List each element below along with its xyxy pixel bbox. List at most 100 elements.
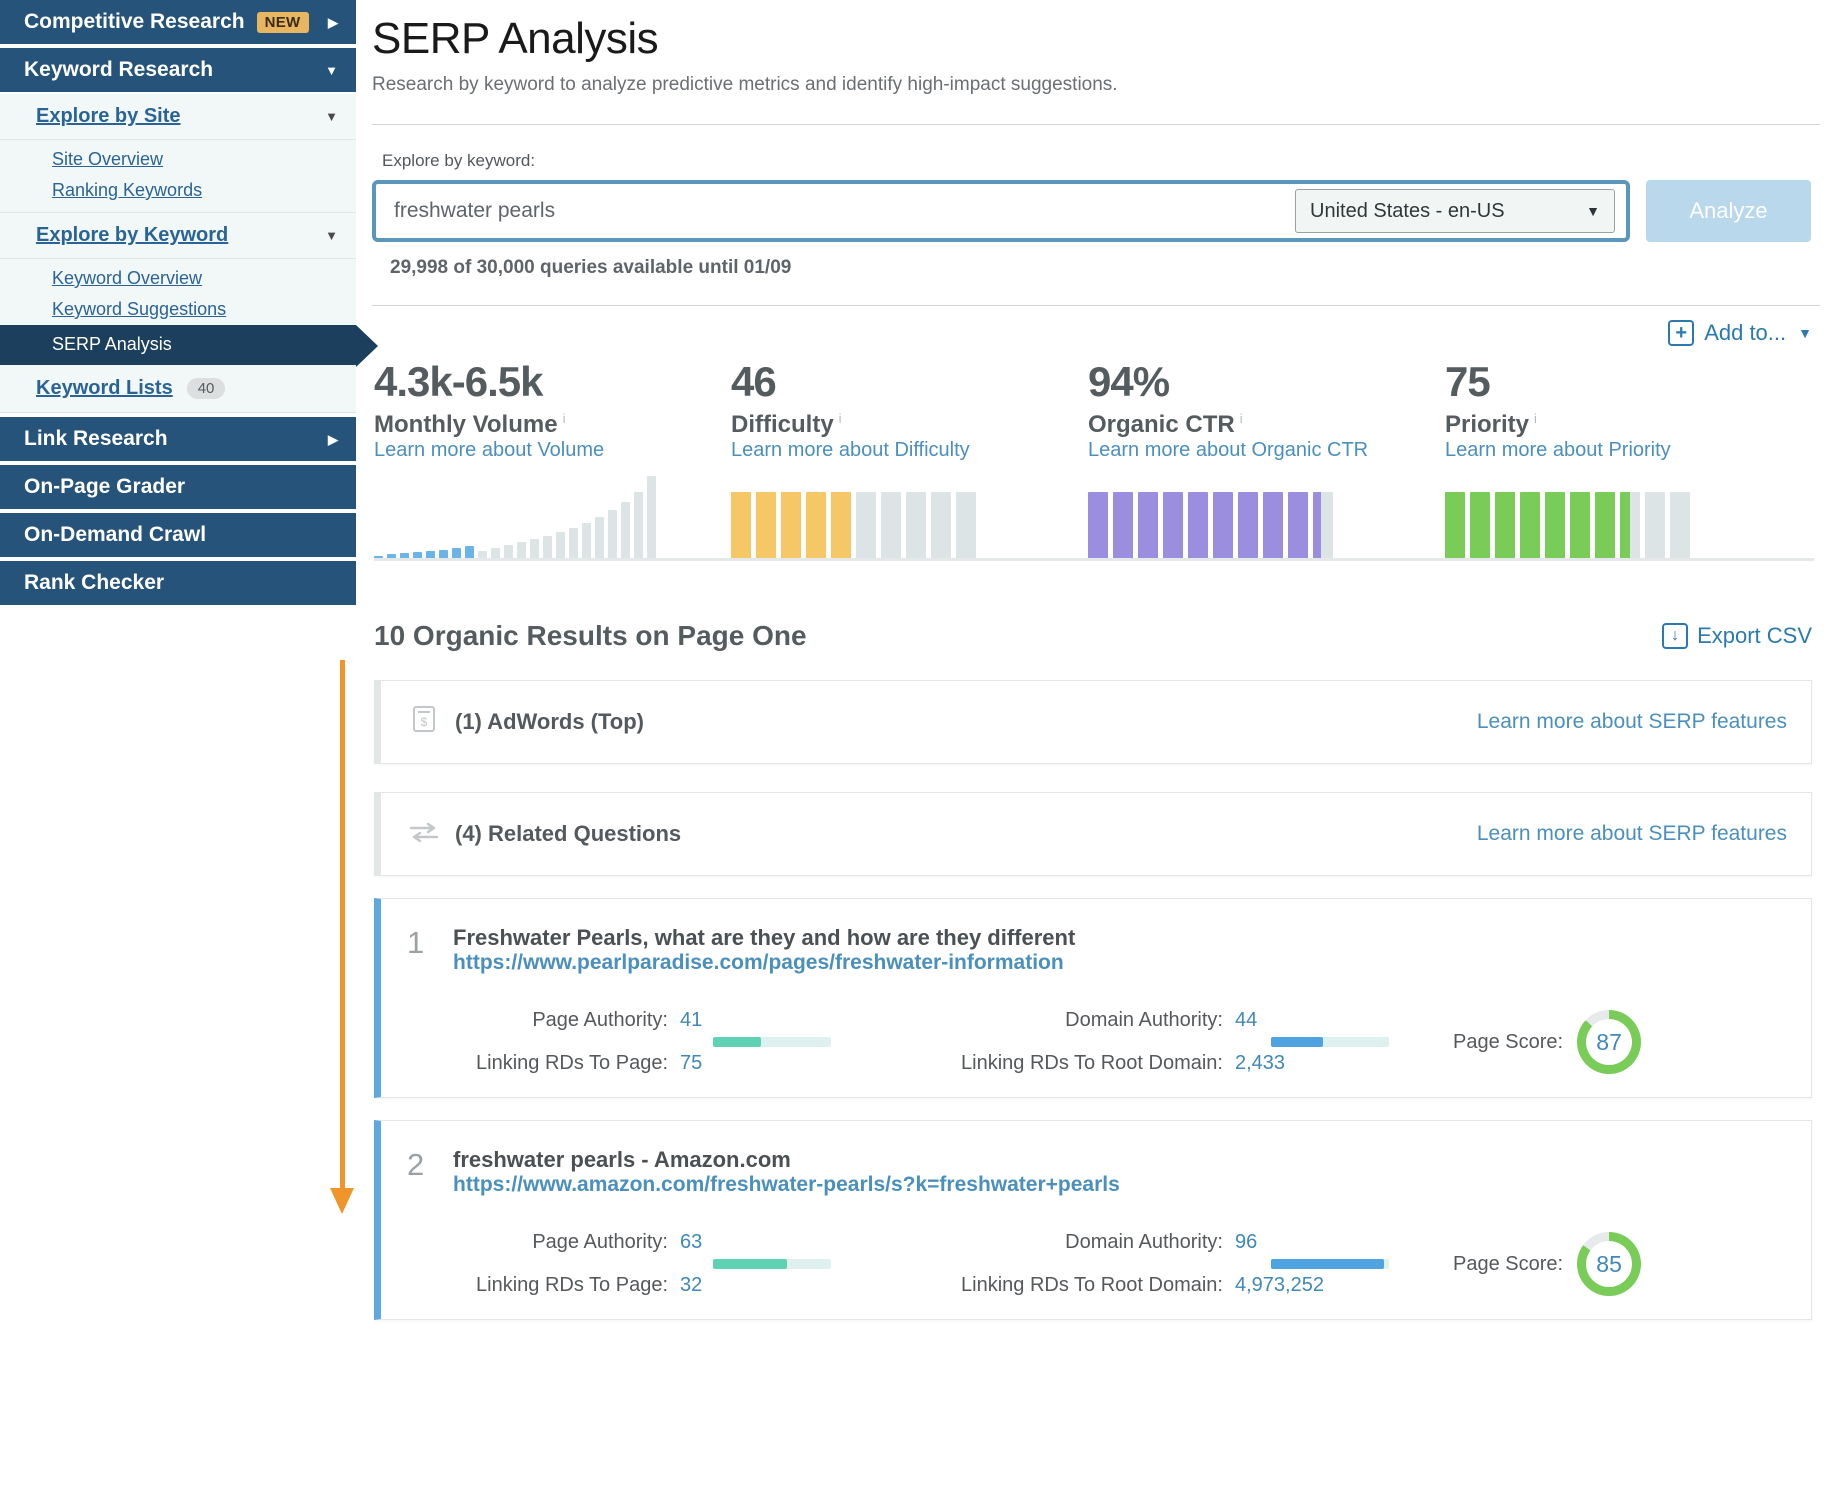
metric-value: 94% — [1088, 358, 1170, 405]
result-url-link[interactable]: https://www.amazon.com/freshwater-pearls… — [453, 1173, 1120, 1196]
learn-more-serp-features-link[interactable]: Learn more about SERP features — [1477, 822, 1787, 846]
sidebar-item-on-demand-crawl[interactable]: On-Demand Crawl — [0, 513, 356, 557]
chevron-down-icon: ▼ — [1586, 203, 1600, 219]
orange-annotation-arrow — [330, 660, 354, 1220]
linking-rds-page-label: Linking RDs To Page: — [476, 1274, 668, 1297]
exchange-arrows-icon — [407, 820, 441, 849]
page-authority-label: Page Authority: — [532, 1231, 668, 1254]
domain-authority-value: 44 — [1235, 1009, 1258, 1032]
learn-more-organic-ctr-link[interactable]: Learn more about Organic CTR — [1088, 439, 1368, 461]
linking-rds-page-row: Linking RDs To Page: 75 — [453, 1052, 903, 1075]
sidebar-item-label: On-Demand Crawl — [24, 523, 207, 546]
linking-rds-page-value: 32 — [680, 1274, 703, 1297]
sidebar-group-explore-by-keyword[interactable]: Explore by Keyword ▼ — [0, 212, 356, 259]
sidebar-item-label: On-Page Grader — [24, 475, 186, 498]
linking-rds-root-value: 4,973,252 — [1235, 1274, 1324, 1297]
chevron-down-icon: ▼ — [325, 228, 338, 243]
page-score-donut: 85 — [1577, 1232, 1642, 1297]
search-row: United States - en-US ▼ Analyze — [372, 180, 1820, 242]
bar — [569, 528, 578, 561]
bar — [906, 492, 926, 561]
bar — [1188, 492, 1208, 561]
page-authority-value: 41 — [680, 1009, 703, 1032]
bar — [621, 502, 630, 561]
sidebar-item-keyword-suggestions[interactable]: Keyword Suggestions — [0, 294, 356, 325]
serp-feature-label: (4) Related Questions — [455, 821, 682, 847]
search-input[interactable] — [376, 199, 1295, 223]
money-icon-svg: $ — [413, 705, 435, 732]
locale-select[interactable]: United States - en-US ▼ — [1295, 189, 1615, 233]
sidebar-item-serp-analysis[interactable]: SERP Analysis — [0, 325, 378, 367]
linking-rds-root-row: Linking RDs To Root Domain: 4,973,252 — [903, 1274, 1443, 1297]
chart-organic-ctr — [1088, 476, 1445, 561]
bar — [781, 492, 801, 561]
bar — [881, 492, 901, 561]
page-authority-fill — [713, 1259, 787, 1270]
bar — [1570, 492, 1590, 561]
bar — [1288, 492, 1308, 561]
bar — [856, 492, 876, 561]
info-icon[interactable]: i — [839, 411, 842, 426]
sidebar-item-link-research[interactable]: Link Research ▶ — [0, 417, 356, 461]
chart-baseline — [374, 558, 1814, 562]
bar — [1163, 492, 1183, 561]
keyword-search-box[interactable]: United States - en-US ▼ — [372, 180, 1630, 242]
bar — [1670, 492, 1690, 561]
page-authority-row: Page Authority: 41 — [453, 1009, 903, 1032]
page-score-group: Page Score: 85 — [1453, 1232, 1642, 1297]
sidebar-item-label: Rank Checker — [24, 571, 165, 594]
locale-select-value: United States - en-US — [1310, 199, 1505, 222]
bar — [1313, 492, 1333, 561]
sidebar-item-site-overview[interactable]: Site Overview — [0, 140, 356, 175]
metric-value: 4.3k-6.5k — [374, 358, 543, 405]
query-quota-text: 29,998 of 30,000 queries available until… — [390, 257, 792, 278]
domain-authority-fill — [1271, 1259, 1384, 1270]
sidebar-item-ranking-keywords[interactable]: Ranking Keywords — [0, 175, 356, 212]
export-csv-button[interactable]: ↓ Export CSV — [1662, 623, 1812, 650]
sidebar-item-keyword-lists[interactable]: Keyword Lists 40 — [0, 365, 356, 412]
result-rank: 1 — [407, 925, 425, 961]
learn-more-volume-link[interactable]: Learn more about Volume — [374, 439, 604, 461]
results-header: 10 Organic Results on Page One ↓ Export … — [356, 562, 1836, 652]
bar — [1088, 492, 1108, 561]
table-row[interactable]: 2 freshwater pearls - Amazon.com https:/… — [374, 1120, 1812, 1321]
sidebar-item-on-page-grader[interactable]: On-Page Grader — [0, 465, 356, 509]
bar — [530, 539, 539, 561]
analyze-button[interactable]: Analyze — [1646, 180, 1811, 242]
bar — [1445, 492, 1465, 561]
linking-rds-page-value: 75 — [680, 1052, 703, 1075]
bar — [1520, 492, 1540, 561]
result-metrics: Page Authority: 63 Linking RDs To Page: … — [407, 1231, 1787, 1297]
page-metrics-column: Page Authority: 41 Linking RDs To Page: … — [453, 1009, 903, 1075]
bar-group — [374, 476, 731, 561]
serp-feature-related-questions[interactable]: (4) Related Questions Learn more about S… — [374, 792, 1812, 877]
learn-more-difficulty-link[interactable]: Learn more about Difficulty — [731, 439, 970, 461]
sidebar-item-keyword-overview[interactable]: Keyword Overview — [0, 259, 356, 294]
bar — [634, 492, 643, 561]
add-to-row: + Add to... ▼ — [356, 306, 1836, 346]
add-to-button[interactable]: + Add to... ▼ — [1668, 320, 1812, 346]
bar — [582, 523, 591, 561]
serp-feature-adwords[interactable]: $ (1) AdWords (Top) Learn more about SER… — [374, 680, 1812, 765]
info-icon[interactable]: i — [1240, 411, 1243, 426]
bar-group — [731, 476, 1088, 561]
sidebar-item-label: Competitive Research — [24, 10, 245, 33]
sidebar-group-explore-by-site[interactable]: Explore by Site ▼ — [0, 94, 356, 140]
metric-charts-row — [356, 462, 1836, 562]
bar — [831, 492, 851, 561]
info-icon[interactable]: i — [1534, 411, 1537, 426]
metrics-row: 4.3k-6.5k Monthly Volume i Learn more abo… — [356, 346, 1836, 462]
domain-authority-label: Domain Authority: — [1065, 1009, 1223, 1032]
metric-value: 75 — [1445, 358, 1491, 405]
result-url-link[interactable]: https://www.pearlparadise.com/pages/fres… — [453, 951, 1064, 974]
domain-authority-value: 96 — [1235, 1231, 1258, 1254]
sidebar-item-competitive-research[interactable]: Competitive Research NEW ▶ — [0, 0, 356, 44]
learn-more-serp-features-link[interactable]: Learn more about SERP features — [1477, 710, 1787, 734]
table-row[interactable]: 1 Freshwater Pearls, what are they and h… — [374, 898, 1812, 1099]
page-title: SERP Analysis — [372, 14, 659, 63]
sidebar-item-keyword-research[interactable]: Keyword Research ▼ — [0, 48, 356, 92]
sidebar-item-rank-checker[interactable]: Rank Checker — [0, 561, 356, 605]
info-icon[interactable]: i — [563, 411, 566, 426]
learn-more-priority-link[interactable]: Learn more about Priority — [1445, 439, 1671, 461]
bar — [1138, 492, 1158, 561]
